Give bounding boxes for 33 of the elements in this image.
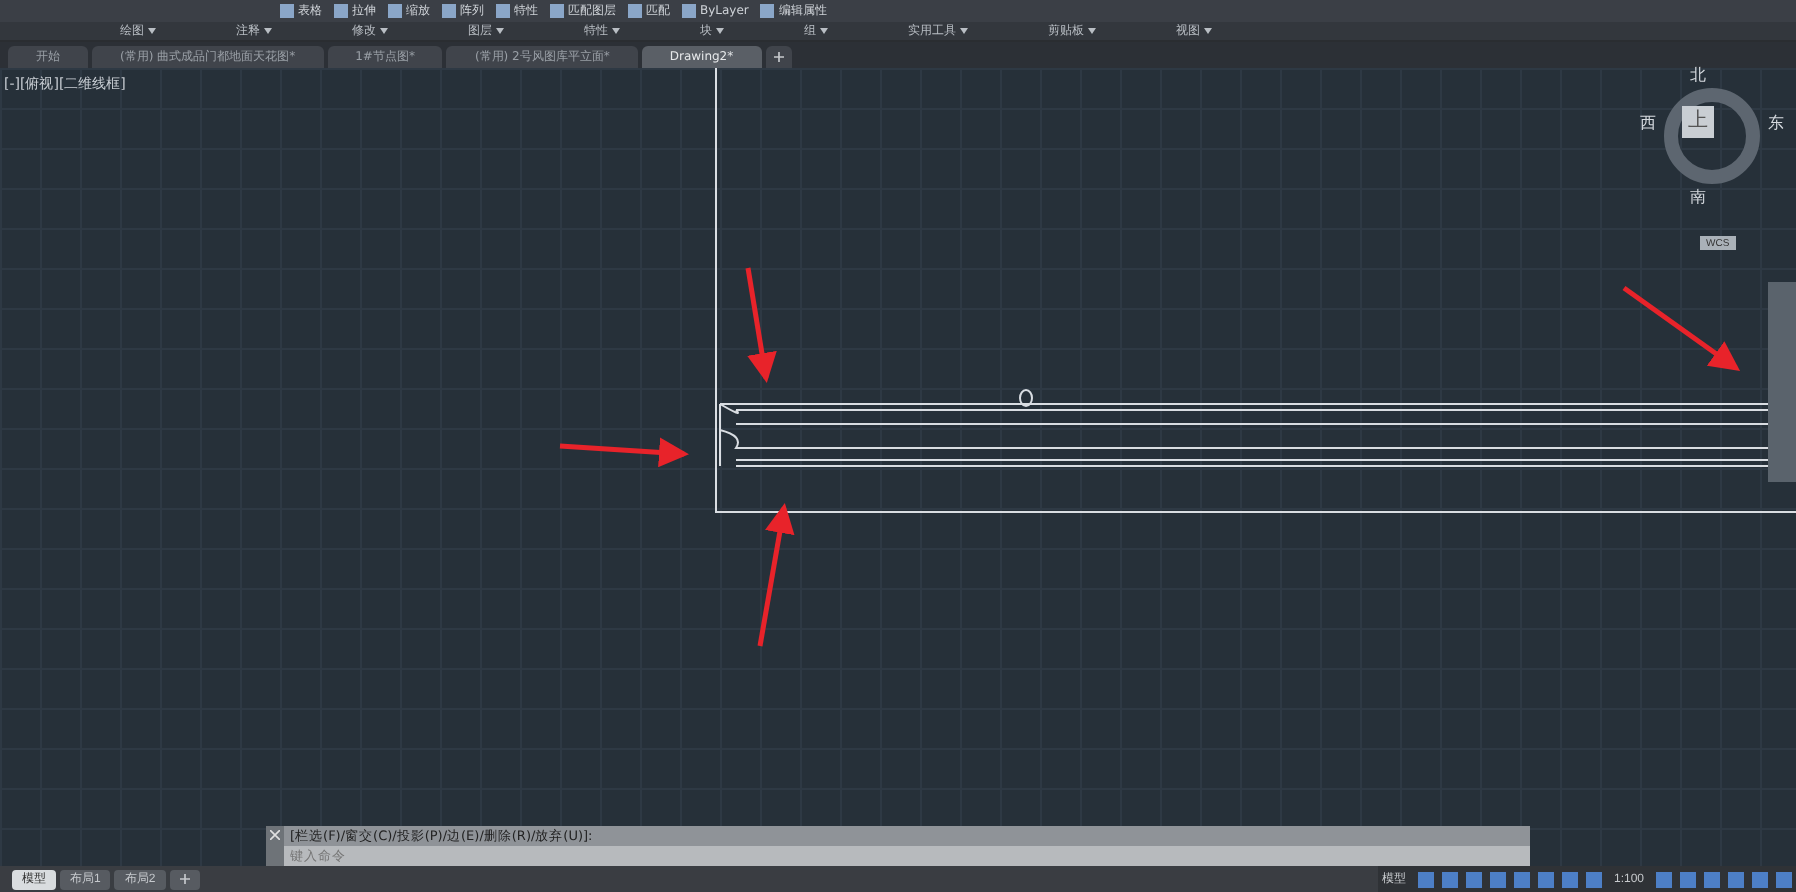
viewcube-face[interactable]: 上: [1682, 106, 1714, 138]
annotation-arrow: [1622, 285, 1741, 371]
tool-icon: [388, 4, 402, 18]
compass-label: 东: [1768, 112, 1784, 134]
compass-label: 北: [1690, 64, 1706, 86]
plus-icon: [773, 52, 784, 62]
caret-icon: [380, 27, 388, 34]
caret-icon: [148, 27, 156, 34]
plus-icon: [179, 874, 190, 884]
caret-icon: [820, 27, 828, 34]
caret-icon: [1204, 27, 1212, 34]
caret-icon: [264, 27, 272, 34]
tool-icon: [334, 4, 348, 18]
new-tab-button[interactable]: [765, 46, 792, 68]
compass-label: 南: [1690, 186, 1706, 208]
caret-icon: [496, 27, 504, 34]
caret-icon: [716, 27, 724, 34]
caret-icon: [612, 27, 620, 34]
tool-icon: [550, 4, 564, 18]
tool-icon: [280, 4, 294, 18]
tool-icon: [628, 4, 642, 18]
caret-icon: [960, 27, 968, 34]
compass-label: 西: [1640, 112, 1656, 134]
close-icon[interactable]: [270, 830, 280, 840]
caret-icon: [1088, 27, 1096, 34]
annotation-arrow: [559, 437, 689, 468]
tool-icon: [682, 4, 696, 18]
tool-icon: [760, 4, 775, 18]
annotation-arrow: [757, 503, 795, 647]
new-layout-button[interactable]: [169, 869, 200, 889]
tool-icon: [442, 4, 456, 18]
annotation-arrow: [745, 267, 777, 383]
tool-icon: [496, 4, 510, 18]
